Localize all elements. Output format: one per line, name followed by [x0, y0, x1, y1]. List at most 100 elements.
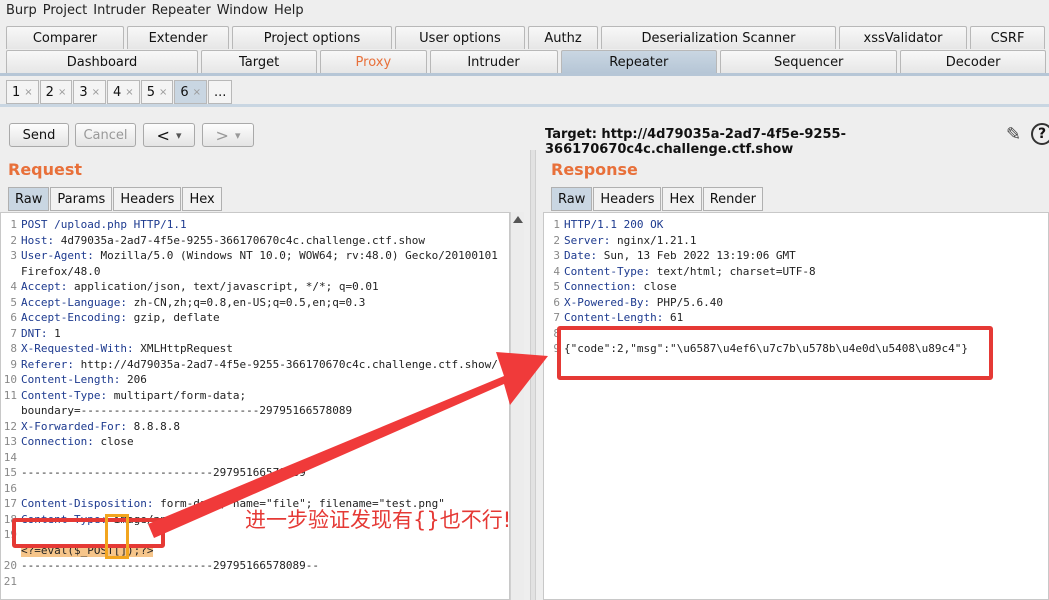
menu-item-window[interactable]: Window	[217, 3, 268, 18]
line-number: 9	[10, 357, 17, 371]
header-value: boundary=---------------------------2979…	[21, 404, 353, 417]
close-tab-icon[interactable]: ×	[193, 87, 201, 98]
line-number: 5	[10, 295, 17, 309]
tab-xssvalidator[interactable]: xssValidator	[839, 26, 967, 49]
send-button[interactable]: Send	[9, 123, 69, 147]
tab-user-options[interactable]: User options	[395, 26, 525, 49]
tab-decoder[interactable]: Decoder	[900, 50, 1046, 73]
header-value: -----------------------------29795166578…	[21, 466, 306, 479]
tab-target[interactable]: Target	[200, 50, 318, 73]
request-tab-hex[interactable]: Hex	[182, 187, 222, 211]
repeater-tabs: 1 × 2 × 3 × 4 × 5 × 6 ×...	[6, 80, 233, 104]
tab-extender[interactable]: Extender	[127, 26, 229, 49]
line-number: 7	[10, 326, 17, 340]
repeater-tab-1[interactable]: 1 ×	[6, 80, 39, 104]
forward-arrow-icon: >	[215, 125, 229, 145]
forward-dropdown-icon[interactable]: ▾	[235, 129, 241, 142]
header-value: application/json, text/javascript, */*; …	[67, 280, 379, 293]
code-line: 20 -----------------------------297951665…	[3, 558, 319, 573]
code-line: 4 Accept: application/json, text/javascri…	[3, 279, 379, 294]
request-tab-params[interactable]: Params	[50, 187, 113, 211]
line-number: 12	[3, 419, 17, 433]
request-tab-raw[interactable]: Raw	[8, 187, 50, 211]
menu-item-help[interactable]: Help	[274, 3, 304, 18]
header-value: close	[93, 435, 134, 448]
code-line: 6 X-Powered-By: PHP/5.6.40	[546, 295, 723, 310]
line-number: 6	[553, 295, 560, 309]
tab-intruder[interactable]: Intruder	[429, 50, 558, 73]
header-value: nginx/1.21.1	[610, 233, 697, 247]
header-value: XMLHttpRequest	[133, 342, 233, 355]
request-tab-headers[interactable]: Headers	[113, 187, 182, 211]
back-dropdown-icon[interactable]: ▾	[176, 129, 182, 142]
line-number: 1	[553, 218, 560, 231]
menu-item-repeater[interactable]: Repeater	[152, 3, 211, 18]
menu-item-intruder[interactable]: Intruder	[93, 3, 145, 18]
line-number: 4	[10, 280, 17, 293]
close-tab-icon[interactable]: ×	[125, 87, 133, 98]
repeater-tab-label: 4	[113, 84, 122, 100]
repeater-tab-label: 3	[79, 84, 88, 100]
repeater-tab-6[interactable]: 6 ×	[174, 80, 208, 104]
tab-authz[interactable]: Authz	[528, 26, 598, 49]
menu-item-burp[interactable]: Burp	[6, 3, 37, 18]
request-scrollbar[interactable]	[510, 212, 524, 600]
close-tab-icon[interactable]: ×	[159, 87, 167, 98]
header-value: 8.8.8.8	[126, 419, 180, 433]
tab-underline	[0, 73, 1049, 76]
line-number: 2	[10, 233, 17, 247]
tab-sequencer[interactable]: Sequencer	[720, 50, 898, 73]
code-line: 10 Content-Length: 206	[3, 372, 147, 387]
response-tab-headers[interactable]: Headers	[593, 187, 662, 211]
code-line: 11 Content-Type: multipart/form-data;	[3, 388, 246, 403]
response-tab-render[interactable]: Render	[702, 187, 763, 211]
close-tab-icon[interactable]: ×	[58, 87, 66, 98]
tab-project-options[interactable]: Project options	[232, 26, 392, 49]
line-number: 14	[3, 450, 17, 464]
tab-deserialization-scanner[interactable]: Deserialization Scanner	[601, 26, 836, 49]
header-value: text/html; charset=UTF-8	[650, 264, 816, 278]
header-name: DNT:	[21, 326, 48, 340]
back-button[interactable]: < ▾	[143, 123, 195, 147]
repeater-tab-5[interactable]: 5 ×	[140, 80, 174, 104]
line-number: 21	[3, 574, 17, 588]
header-name: Accept:	[21, 280, 68, 293]
response-editor[interactable]: 1 HTTP/1.1 200 OK 2 Server: nginx/1.21.1 3 Da…	[543, 212, 1049, 600]
line-number: 7	[553, 311, 560, 324]
code-line: 7 Content-Length: 61	[546, 310, 683, 325]
code-line: 6 Accept-Encoding: gzip, deflate	[3, 310, 219, 325]
code-line: 3 Date: Sun, 13 Feb 2022 13:19:06 GMT	[546, 248, 795, 263]
repeater-tab-2[interactable]: 2 ×	[39, 80, 73, 104]
tab-repeater[interactable]: Repeater	[560, 50, 718, 73]
tab-proxy[interactable]: Proxy	[320, 50, 427, 73]
pane-divider[interactable]	[530, 150, 536, 600]
header-name: Content-Disposition:	[21, 497, 154, 510]
cancel-button[interactable]: Cancel	[75, 123, 136, 147]
header-name: Date:	[564, 249, 598, 262]
repeater-tab-3[interactable]: 3 ×	[73, 80, 107, 104]
tab-csrf[interactable]: CSRF	[970, 26, 1045, 49]
close-tab-icon[interactable]: ×	[92, 87, 100, 98]
code-line: 5 Connection: close	[546, 279, 676, 294]
forward-button[interactable]: > ▾	[202, 123, 254, 147]
repeater-tab-label: 2	[45, 84, 54, 100]
header-name: Content-Length:	[21, 373, 121, 386]
tool-tabs-row-1: Comparer Extender Project options User opti…	[0, 26, 1049, 49]
tab-dashboard[interactable]: Dashboard	[6, 50, 198, 73]
header-name: Content-Type:	[564, 264, 651, 278]
menu-item-project[interactable]: Project	[43, 3, 87, 18]
line-number: 17	[3, 497, 17, 510]
code-line: 21	[3, 574, 21, 589]
close-tab-icon[interactable]: ×	[24, 87, 32, 98]
header-name: X-Forwarded-For:	[21, 419, 127, 433]
line-number: 20	[3, 559, 17, 572]
response-tab-hex[interactable]: Hex	[662, 187, 702, 211]
repeater-tab-4[interactable]: 4 ×	[107, 80, 140, 104]
line-number: 8	[10, 342, 17, 355]
scroll-up-arrow-icon[interactable]	[513, 216, 523, 223]
tab-comparer[interactable]: Comparer	[6, 26, 124, 49]
response-tab-raw[interactable]: Raw	[551, 187, 593, 211]
help-icon[interactable]: ?	[1031, 123, 1049, 145]
repeater-tab-new[interactable]: ...	[208, 80, 233, 104]
edit-target-pencil-icon[interactable]: ✎	[1006, 124, 1021, 145]
